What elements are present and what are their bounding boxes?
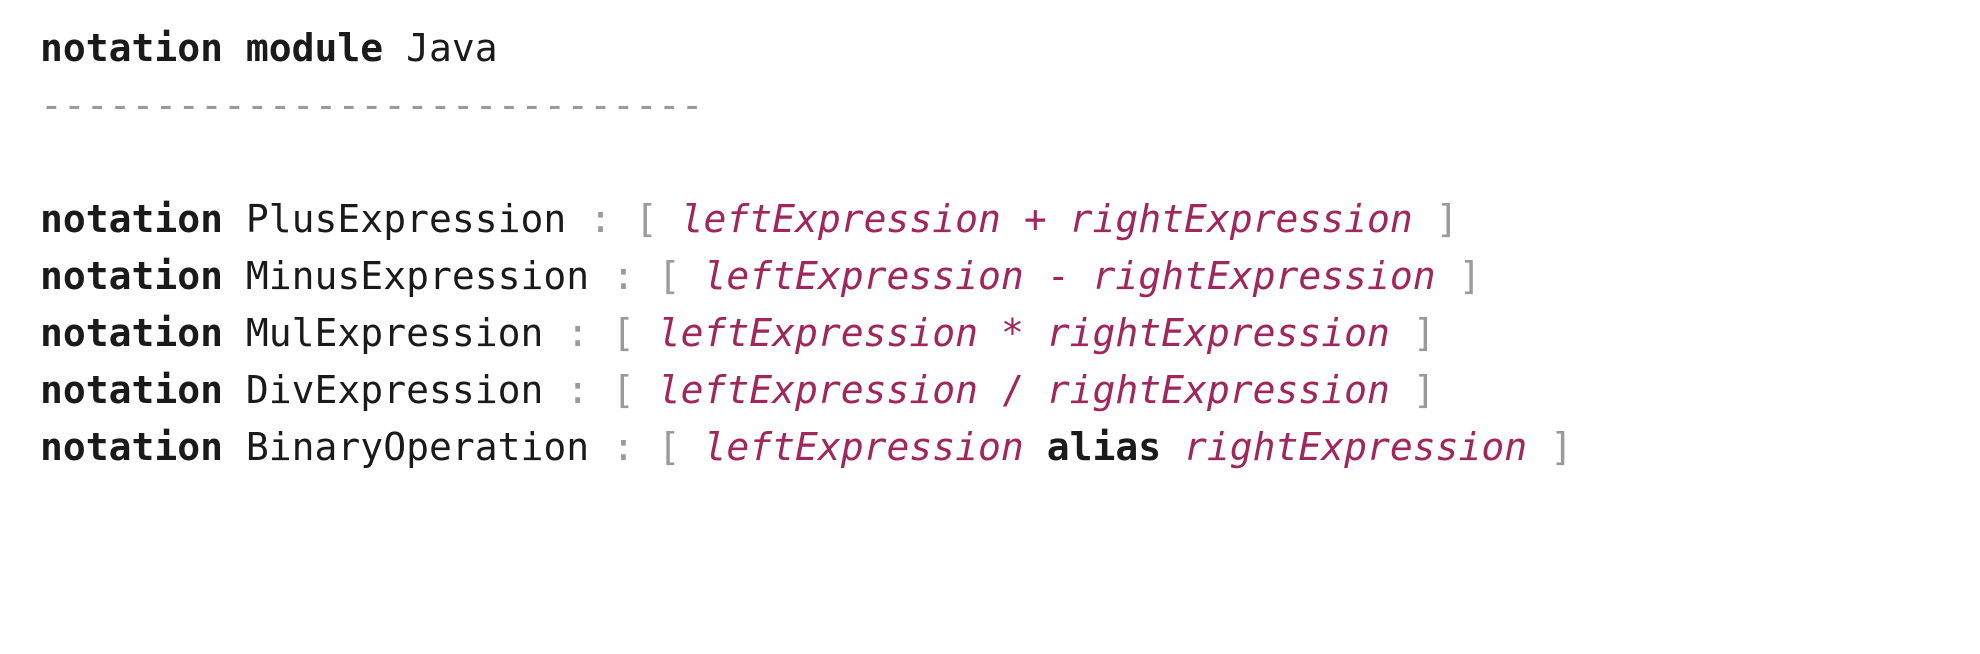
notation-name: DivExpression — [246, 368, 543, 412]
notation-name: PlusExpression — [246, 197, 566, 241]
operator-keyword: alias — [1047, 425, 1161, 469]
open-bracket: [ — [658, 254, 681, 298]
keyword-notation: notation — [40, 254, 223, 298]
left-expression-ref: leftExpression — [704, 254, 1024, 298]
operator-symbol: - — [1047, 254, 1070, 298]
left-expression-ref: leftExpression — [704, 425, 1024, 469]
left-expression-ref: leftExpression — [681, 197, 1001, 241]
colon-separator: : — [589, 254, 658, 298]
keyword-notation: notation — [40, 425, 223, 469]
colon-separator: : — [566, 197, 635, 241]
notation-line: notation MinusExpression : [ leftExpress… — [40, 248, 1940, 305]
open-bracket: [ — [612, 368, 635, 412]
keyword-notation: notation — [40, 197, 223, 241]
notation-line: notation PlusExpression : [ leftExpressi… — [40, 191, 1940, 248]
left-expression-ref: leftExpression — [658, 368, 978, 412]
right-expression-ref: rightExpression — [1047, 311, 1390, 355]
close-bracket: ] — [1459, 254, 1482, 298]
divider: ----------------------------- — [40, 77, 1940, 134]
right-expression-ref: rightExpression — [1070, 197, 1413, 241]
close-bracket: ] — [1413, 311, 1436, 355]
notation-line: notation BinaryOperation : [ leftExpress… — [40, 419, 1940, 476]
keyword-notation: notation — [40, 26, 223, 70]
right-expression-ref: rightExpression — [1092, 254, 1435, 298]
module-header: notation module Java — [40, 20, 1940, 77]
notation-list: notation PlusExpression : [ leftExpressi… — [40, 191, 1940, 476]
colon-separator: : — [543, 311, 612, 355]
notation-line: notation DivExpression : [ leftExpressio… — [40, 362, 1940, 419]
keyword-notation: notation — [40, 311, 223, 355]
operator-symbol: * — [1001, 311, 1024, 355]
open-bracket: [ — [612, 311, 635, 355]
colon-separator: : — [543, 368, 612, 412]
keyword-notation: notation — [40, 368, 223, 412]
notation-name: MulExpression — [246, 311, 543, 355]
keyword-module: module — [246, 26, 383, 70]
close-bracket: ] — [1436, 197, 1459, 241]
colon-separator: : — [589, 425, 658, 469]
open-bracket: [ — [658, 425, 681, 469]
close-bracket: ] — [1550, 425, 1573, 469]
right-expression-ref: rightExpression — [1047, 368, 1390, 412]
blank-line — [40, 134, 1940, 191]
operator-symbol: / — [1001, 368, 1024, 412]
open-bracket: [ — [635, 197, 658, 241]
right-expression-ref: rightExpression — [1184, 425, 1527, 469]
operator-symbol: + — [1024, 197, 1047, 241]
notation-name: BinaryOperation — [246, 425, 589, 469]
left-expression-ref: leftExpression — [658, 311, 978, 355]
notation-line: notation MulExpression : [ leftExpressio… — [40, 305, 1940, 362]
close-bracket: ] — [1413, 368, 1436, 412]
notation-name: MinusExpression — [246, 254, 589, 298]
module-name: Java — [406, 26, 498, 70]
